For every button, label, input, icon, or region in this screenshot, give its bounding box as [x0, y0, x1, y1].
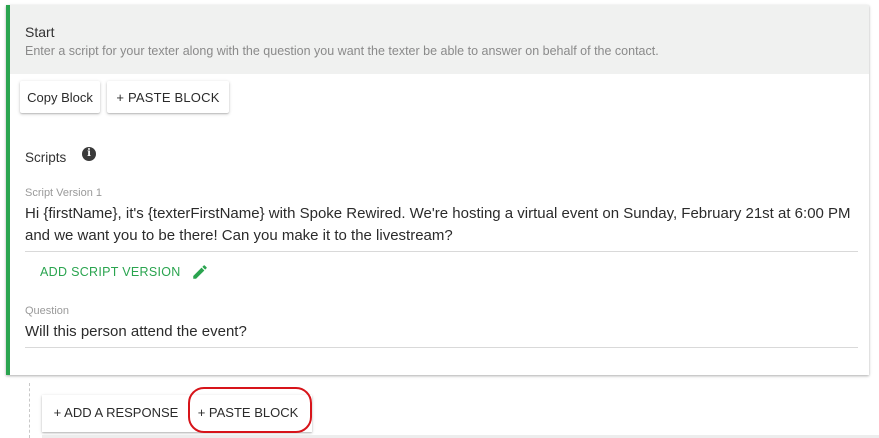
add-script-version-button[interactable]: ADD SCRIPT VERSION — [40, 262, 209, 282]
interaction-step-card: Start Enter a script for your texter alo… — [6, 5, 869, 375]
card-subtitle: Enter a script for your texter along wit… — [25, 44, 659, 58]
paste-block-button-bottom[interactable]: + PASTE BLOCK — [190, 395, 306, 429]
copy-block-button[interactable]: Copy Block — [20, 81, 100, 113]
add-response-button[interactable]: + ADD A RESPONSE — [43, 395, 189, 429]
info-icon[interactable]: i — [82, 147, 96, 161]
card-title: Start — [25, 24, 55, 40]
script-version-label: Script Version 1 — [25, 187, 103, 199]
tree-connector — [29, 383, 30, 438]
script-version-field[interactable]: Hi {firstName}, it's {texterFirstName} w… — [25, 203, 858, 252]
pencil-icon — [192, 265, 207, 279]
scripts-heading: Scripts — [25, 150, 67, 165]
paste-block-button[interactable]: + PASTE BLOCK — [107, 81, 229, 113]
question-label: Question — [25, 305, 70, 317]
question-field[interactable]: Will this person attend the event? — [25, 321, 858, 348]
card-header: Start Enter a script for your texter alo… — [10, 5, 869, 74]
add-script-version-label: ADD SCRIPT VERSION — [40, 265, 181, 279]
